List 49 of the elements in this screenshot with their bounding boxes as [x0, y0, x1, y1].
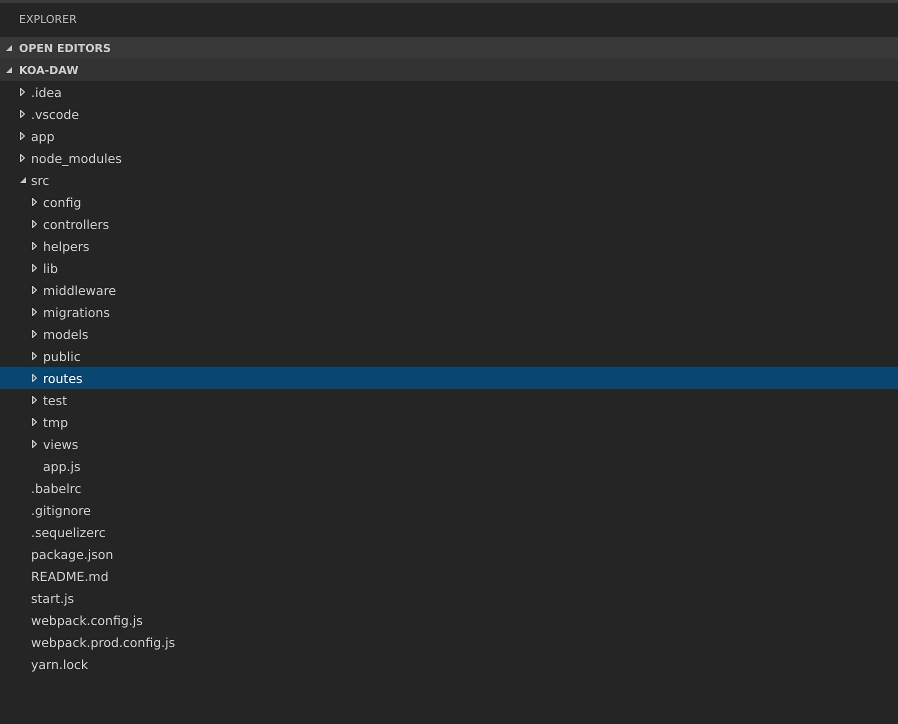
- collapsed-arrow-icon[interactable]: [32, 396, 37, 404]
- collapsed-arrow-icon[interactable]: [32, 220, 37, 228]
- folder-item[interactable]: middleware: [0, 279, 898, 301]
- file-item[interactable]: webpack.prod.config.js: [0, 631, 898, 653]
- collapsed-arrow-icon[interactable]: [20, 88, 25, 96]
- folder-item[interactable]: models: [0, 323, 898, 345]
- folder-item[interactable]: .vscode: [0, 103, 898, 125]
- folder-item[interactable]: .idea: [0, 81, 898, 103]
- folder-item[interactable]: tmp: [0, 411, 898, 433]
- collapsed-arrow-icon[interactable]: [20, 154, 25, 162]
- collapsed-arrow-icon[interactable]: [32, 418, 37, 426]
- expanded-arrow-icon[interactable]: [6, 45, 12, 51]
- file-item[interactable]: app.js: [0, 455, 898, 477]
- file-item[interactable]: yarn.lock: [0, 653, 898, 675]
- expanded-arrow-icon[interactable]: [6, 67, 12, 73]
- section-header[interactable]: KOA-DAW: [0, 59, 898, 81]
- folder-item[interactable]: controllers: [0, 213, 898, 235]
- file-item[interactable]: README.md: [0, 565, 898, 587]
- expanded-arrow-icon[interactable]: [20, 177, 26, 183]
- file-item[interactable]: .gitignore: [0, 499, 898, 521]
- folder-item[interactable]: migrations: [0, 301, 898, 323]
- collapsed-arrow-icon[interactable]: [32, 286, 37, 294]
- folder-item[interactable]: views: [0, 433, 898, 455]
- folder-item[interactable]: helpers: [0, 235, 898, 257]
- collapsed-arrow-icon[interactable]: [20, 110, 25, 118]
- collapsed-arrow-icon[interactable]: [32, 352, 37, 360]
- folder-item[interactable]: node_modules: [0, 147, 898, 169]
- collapsed-arrow-icon[interactable]: [32, 440, 37, 448]
- collapsed-arrow-icon[interactable]: [32, 264, 37, 272]
- folder-item[interactable]: routes: [0, 367, 898, 389]
- panel-title: EXPLORER: [18, 12, 77, 28]
- folder-item[interactable]: public: [0, 345, 898, 367]
- file-item[interactable]: start.js: [0, 587, 898, 609]
- file-item[interactable]: package.json: [0, 543, 898, 565]
- collapsed-arrow-icon[interactable]: [32, 198, 37, 206]
- folder-item[interactable]: src: [0, 169, 898, 191]
- collapsed-arrow-icon[interactable]: [32, 242, 37, 250]
- folder-item[interactable]: config: [0, 191, 898, 213]
- file-item[interactable]: .babelrc: [0, 477, 898, 499]
- section-header[interactable]: OPEN EDITORS: [0, 37, 898, 59]
- folder-item[interactable]: test: [0, 389, 898, 411]
- folder-item[interactable]: lib: [0, 257, 898, 279]
- collapsed-arrow-icon[interactable]: [32, 308, 37, 316]
- collapsed-arrow-icon[interactable]: [32, 374, 37, 382]
- file-item[interactable]: .sequelizerc: [0, 521, 898, 543]
- collapsed-arrow-icon[interactable]: [20, 132, 25, 140]
- file-item[interactable]: webpack.config.js: [0, 609, 898, 631]
- folder-item[interactable]: app: [0, 125, 898, 147]
- collapsed-arrow-icon[interactable]: [32, 330, 37, 338]
